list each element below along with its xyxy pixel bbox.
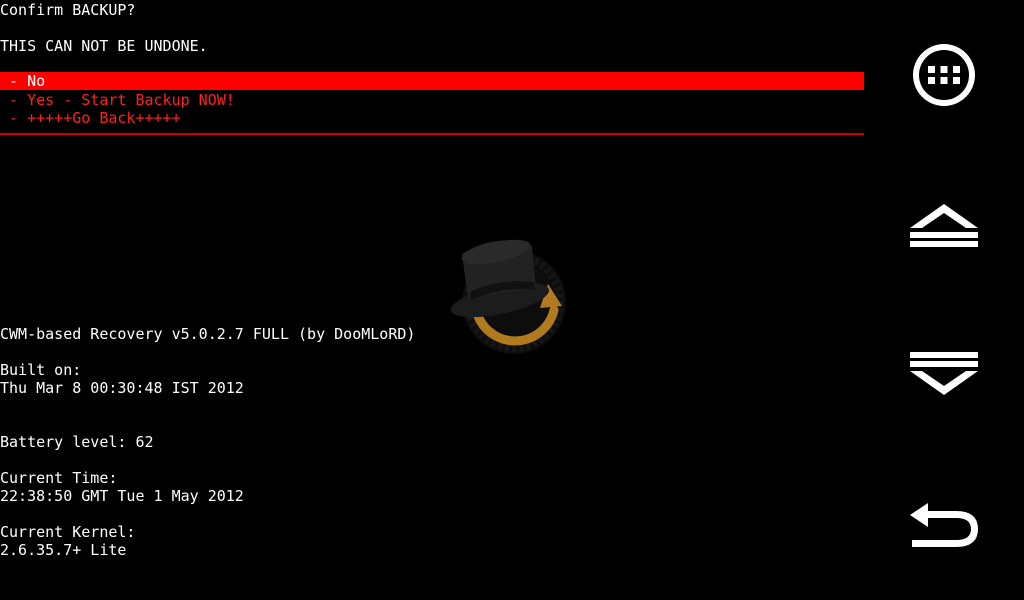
menu-item-go-back[interactable]: - +++++Go Back+++++ xyxy=(0,109,864,127)
menu-divider xyxy=(0,133,864,135)
version-text: CWM-based Recovery v5.0.2.7 FULL (by Doo… xyxy=(0,325,416,343)
menu-item-no[interactable]: - No xyxy=(0,72,864,90)
prompt-title: Confirm BACKUP? xyxy=(0,1,136,19)
menu-dots-icon[interactable] xyxy=(904,35,984,115)
clockworkmod-hat-icon xyxy=(451,239,566,354)
current-kernel-value: 2.6.35.7+ Lite xyxy=(0,541,127,559)
current-kernel-label: Current Kernel: xyxy=(0,523,136,541)
down-arrow-icon[interactable] xyxy=(904,335,984,415)
up-arrow-icon[interactable] xyxy=(904,190,984,270)
recovery-screen: Confirm BACKUP? THIS CAN NOT BE UNDONE. … xyxy=(0,0,1024,600)
built-on-label: Built on: xyxy=(0,361,82,379)
current-time-value: 22:38:50 GMT Tue 1 May 2012 xyxy=(0,487,244,505)
back-arrow-icon[interactable] xyxy=(904,487,984,567)
battery-level: Battery level: 62 xyxy=(0,433,154,451)
prompt-warning: THIS CAN NOT BE UNDONE. xyxy=(0,37,208,55)
current-time-label: Current Time: xyxy=(0,469,118,487)
built-on-value: Thu Mar 8 00:30:48 IST 2012 xyxy=(0,379,244,397)
menu-item-yes-start-backup[interactable]: - Yes - Start Backup NOW! xyxy=(0,91,864,109)
